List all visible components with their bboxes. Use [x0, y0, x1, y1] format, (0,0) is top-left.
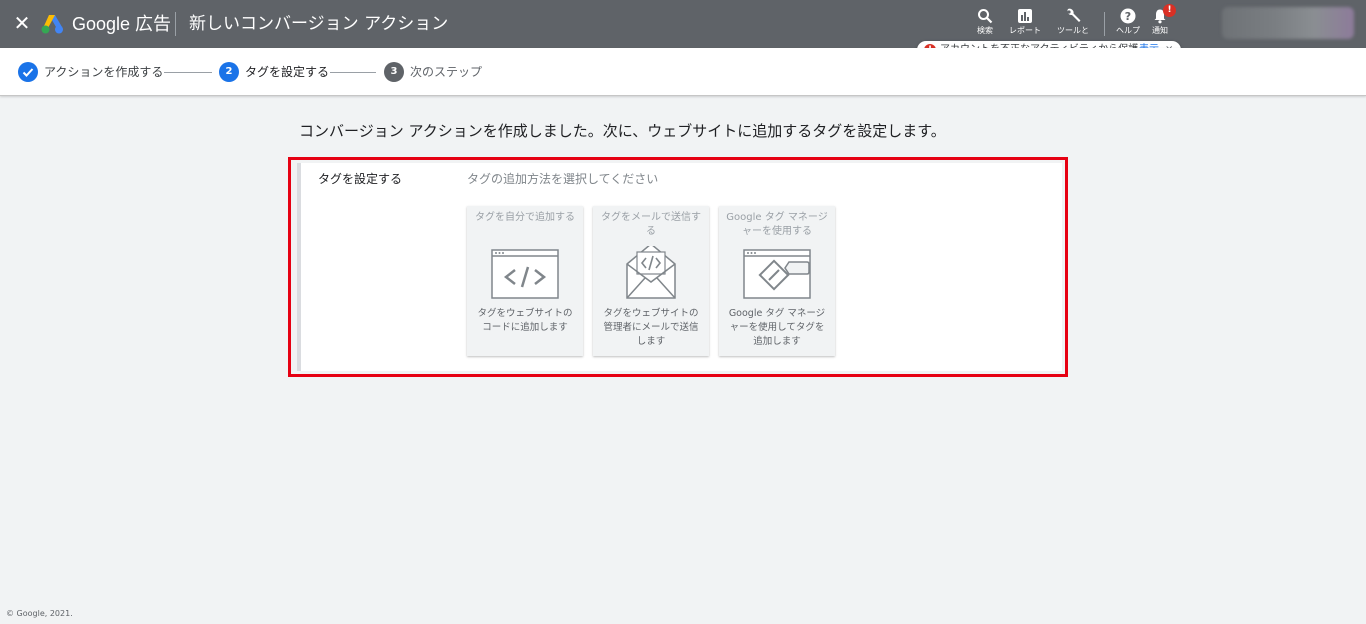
step-2-number: 2: [219, 62, 239, 82]
step-3-number: 3: [384, 62, 404, 82]
tools-label: ツールと: [1057, 26, 1089, 35]
tools-button[interactable]: ツールと: [1054, 8, 1092, 42]
code-window-icon: [491, 249, 559, 299]
option-desc: タグをウェブサイトのコードに追加します: [477, 308, 573, 333]
section-hint: タグの追加方法を選択してください: [467, 172, 659, 186]
account-switcher[interactable]: [1222, 7, 1354, 39]
option-email-tag[interactable]: タグをメールで送信する タグをウェブサイトの管理者にメールで送信します: [593, 206, 709, 356]
step-connector: [164, 72, 212, 73]
search-button[interactable]: 検索: [972, 8, 998, 42]
email-envelope-icon: [626, 246, 676, 299]
help-label: ヘルプ: [1116, 26, 1140, 35]
help-icon: ?: [1120, 8, 1136, 24]
google-ads-logo: [41, 15, 63, 34]
step-3-label: 次のステップ: [410, 65, 483, 79]
step-3[interactable]: 3 次のステップ: [384, 62, 484, 82]
section-label: タグを設定する: [318, 172, 403, 186]
page-title: 新しいコンバージョン アクション: [189, 14, 449, 34]
reports-icon: [1018, 9, 1032, 23]
option-desc: タグをウェブサイトの管理者にメールで送信します: [603, 308, 699, 347]
headline: コンバージョン アクションを作成しました。次に、ウェブサイトに追加するタグを設定…: [299, 122, 946, 140]
help-button[interactable]: ? ヘルプ: [1114, 8, 1142, 42]
step-1-label: アクションを作成する: [44, 65, 164, 79]
step-1[interactable]: アクションを作成する: [18, 62, 163, 82]
search-icon: [978, 9, 993, 24]
option-desc: Google タグ マネージャーを使用してタグを追加します: [728, 308, 826, 347]
step-connector: [330, 72, 376, 73]
option-tag-manager[interactable]: Google タグ マネージャーを使用する Google タグ マネージャーを使…: [719, 206, 835, 356]
close-icon[interactable]: ✕: [12, 13, 32, 33]
option-title: タグをメールで送信する: [601, 212, 701, 237]
check-icon: [18, 62, 38, 82]
tag-manager-icon: [743, 249, 811, 299]
reports-button[interactable]: レポート: [1006, 8, 1044, 42]
option-install-yourself[interactable]: タグを自分で追加する タグをウェブサイトのコードに追加します: [467, 206, 583, 356]
notifications-label: 通知: [1152, 26, 1168, 35]
option-title: Google タグ マネージャーを使用する: [726, 212, 828, 237]
wrench-icon: [1067, 8, 1081, 22]
step-2-label: タグを設定する: [245, 65, 330, 79]
copyright-footer: © Google, 2021.: [6, 609, 73, 618]
notification-badge: !: [1163, 4, 1176, 17]
search-label: 検索: [977, 26, 993, 35]
header-divider-2: [1104, 12, 1105, 36]
reports-label: レポート: [1009, 26, 1041, 35]
stepper: アクションを作成する 2 タグを設定する 3 次のステップ: [0, 48, 1366, 96]
header-divider: [175, 12, 176, 36]
brand-name: Google 広告: [72, 14, 172, 34]
svg-text:?: ?: [1125, 10, 1131, 23]
step-2[interactable]: 2 タグを設定する: [219, 62, 329, 82]
option-title: タグを自分で追加する: [475, 212, 575, 223]
